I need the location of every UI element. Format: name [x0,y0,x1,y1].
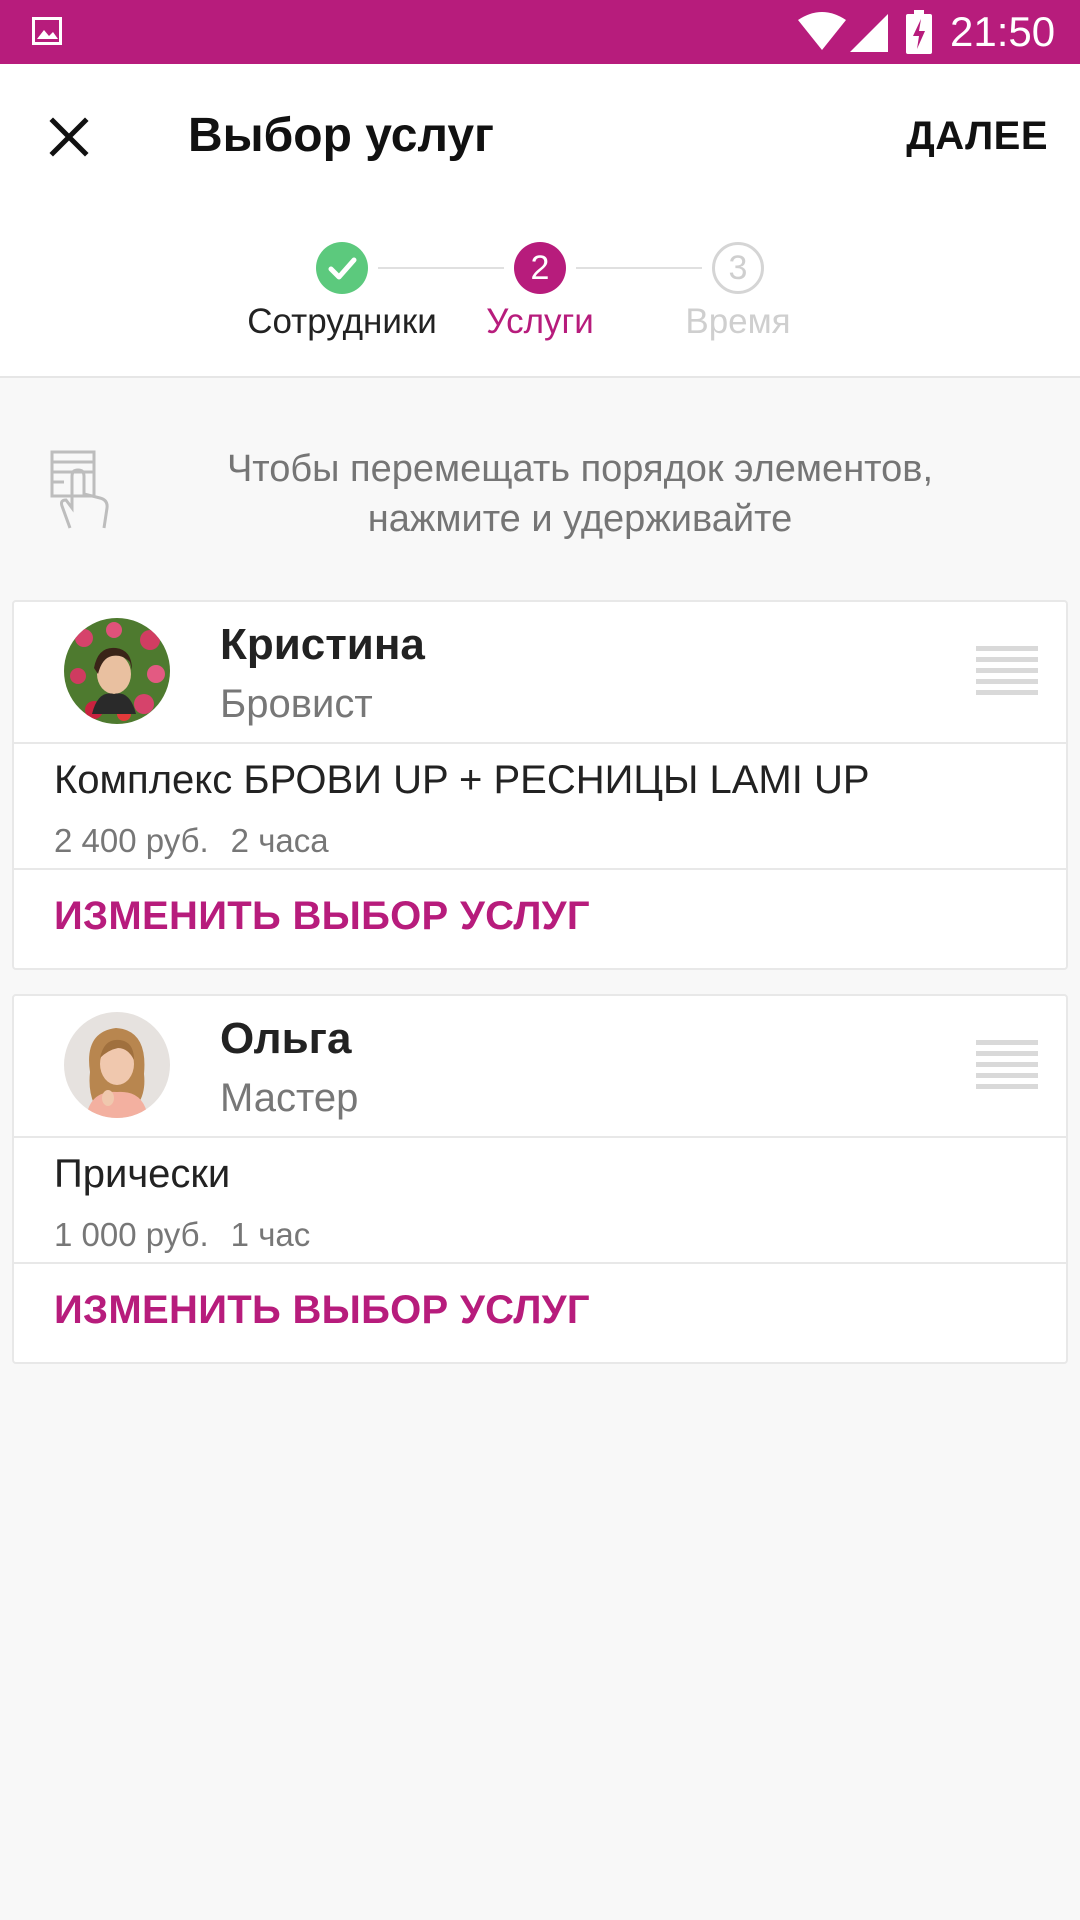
service-duration: 2 часа [230,822,329,859]
page-title: Выбор услуг [188,109,495,162]
service-meta: 1 000 руб. 1 час [54,1216,310,1254]
touch-hold-icon [50,450,109,529]
service-meta: 2 400 руб. 2 часа [54,822,329,860]
divider [14,868,1066,870]
close-icon[interactable] [44,112,94,162]
step-3-label: Время [685,302,791,341]
clock: 21:50 [950,8,1056,55]
battery-charging-icon [906,10,932,54]
status-bar: 21:50 [0,0,1080,64]
step-2-indicator: 2 [514,242,566,294]
step-3-indicator: 3 [712,242,764,294]
hint-text: Чтобы перемещать порядок элементов, нажм… [226,448,934,540]
staff-name: Ольга [220,1014,352,1063]
drag-handle-icon[interactable] [976,1040,1038,1092]
progress-stepper: 2 3 Сотрудники Услуги Время [0,210,1080,378]
divider [14,1136,1066,1138]
avatar [64,618,170,724]
wifi-icon [798,12,846,50]
divider [14,742,1066,744]
change-services-button[interactable]: ИЗМЕНИТЬ ВЫБОР УСЛУГ [54,1288,590,1333]
image-notification-icon [32,17,62,45]
staff-role: Бровист [220,682,373,726]
service-price: 2 400 руб. [54,822,209,859]
staff-role: Мастер [220,1076,359,1120]
change-services-button[interactable]: ИЗМЕНИТЬ ВЫБОР УСЛУГ [54,894,590,939]
staff-service-card: Ольга Мастер Прически 1 000 руб. 1 час ИЗ… [12,994,1068,1364]
service-duration: 1 час [230,1216,311,1253]
service-name: Прически [54,1152,231,1196]
avatar [64,1012,170,1118]
staff-service-card: Кристина Бровист Комплекс БРОВИ UP + РЕС… [12,600,1068,970]
step-connector [378,267,504,269]
step-connector [576,267,702,269]
staff-name: Кристина [220,620,425,669]
app-bar: Выбор услуг ДАЛЕЕ [0,64,1080,210]
next-button[interactable]: ДАЛЕЕ [906,114,1048,159]
drag-handle-icon[interactable] [976,646,1038,698]
divider [14,1262,1066,1264]
service-price: 1 000 руб. [54,1216,209,1253]
service-name: Комплекс БРОВИ UP + РЕСНИЦЫ LAMI UP [54,758,870,802]
signal-icon [850,14,888,52]
check-icon [328,257,357,280]
step-1-done-icon [316,242,368,294]
reorder-hint: Чтобы перемещать порядок элементов, нажм… [0,430,1080,570]
